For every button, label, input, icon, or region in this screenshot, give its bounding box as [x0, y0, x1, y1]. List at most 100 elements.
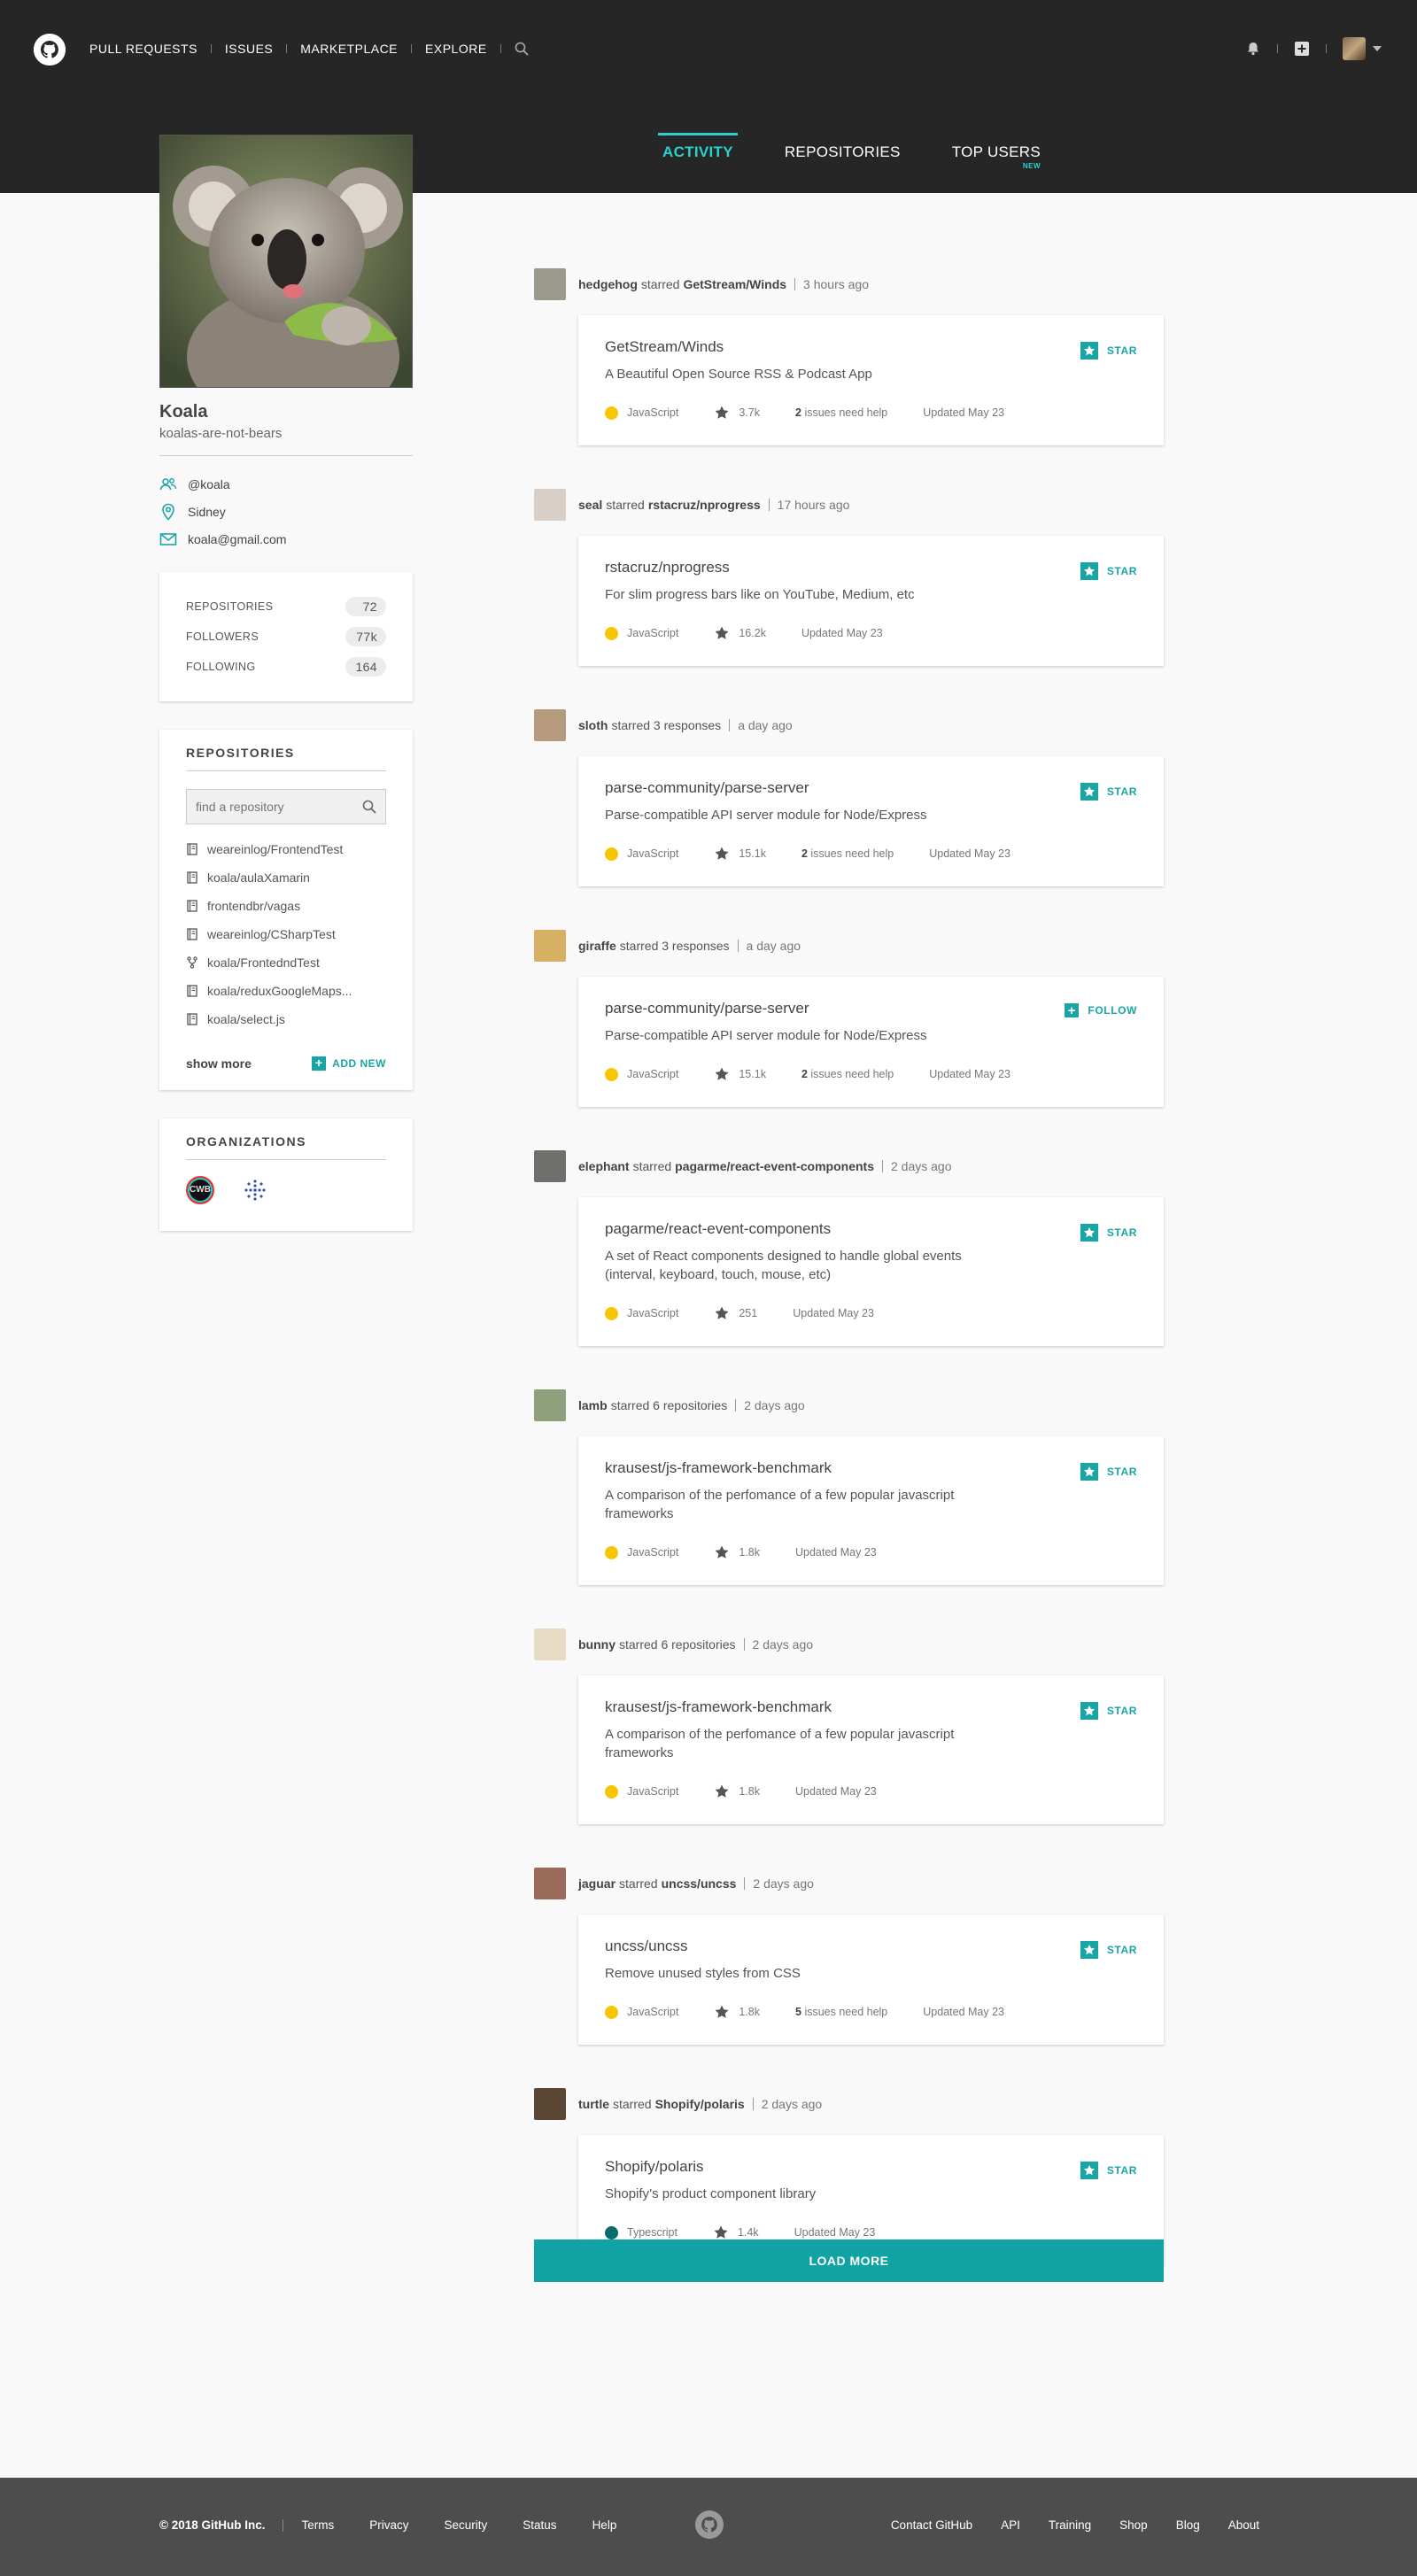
- star-button[interactable]: STAR: [1080, 1463, 1137, 1481]
- search-icon[interactable]: [515, 42, 529, 56]
- plus-icon[interactable]: [1294, 41, 1310, 57]
- star-button[interactable]: STAR: [1080, 783, 1137, 801]
- repo-name[interactable]: Shopify/polaris: [605, 2158, 1137, 2176]
- stat-repositories[interactable]: REPOSITORIES 72: [186, 592, 386, 622]
- event-username[interactable]: elephant: [578, 1159, 630, 1173]
- org-dots-logo[interactable]: [241, 1176, 269, 1204]
- event-username[interactable]: hedgehog: [578, 277, 638, 291]
- footer-link-security[interactable]: Security: [445, 2518, 488, 2532]
- repo-issues[interactable]: 2 issues need help: [801, 847, 894, 860]
- event-target-repo[interactable]: Shopify/polaris: [655, 2097, 745, 2111]
- footer-link-about[interactable]: About: [1228, 2518, 1259, 2532]
- event-user-avatar[interactable]: [534, 1389, 566, 1421]
- event-target-repo[interactable]: uncss/uncss: [662, 1876, 737, 1891]
- event-user-avatar[interactable]: [534, 489, 566, 521]
- repo-list-item[interactable]: koala/FrontedndTest: [186, 948, 386, 977]
- repo-issues[interactable]: 5 issues need help: [795, 2006, 887, 2018]
- footer-link-contact[interactable]: Contact GitHub: [891, 2518, 972, 2532]
- star-button[interactable]: STAR: [1080, 1702, 1137, 1720]
- event-user-avatar[interactable]: [534, 2088, 566, 2120]
- star-button[interactable]: STAR: [1080, 342, 1137, 360]
- repo-list-item[interactable]: weareinlog/FrontendTest: [186, 835, 386, 863]
- repo-name[interactable]: krausest/js-framework-benchmark: [605, 1459, 1137, 1477]
- email-link[interactable]: koala@gmail.com: [188, 532, 286, 546]
- footer-link-blog[interactable]: Blog: [1176, 2518, 1200, 2532]
- repo-issues[interactable]: 2 issues need help: [801, 1068, 894, 1080]
- repo-updated: Updated May 23: [929, 1068, 1010, 1080]
- github-logo-icon[interactable]: [695, 2510, 724, 2539]
- event-username[interactable]: bunny: [578, 1637, 616, 1652]
- repositories-card: REPOSITORIES weareinlog/FrontendTest koal…: [159, 730, 413, 1090]
- event-user-avatar[interactable]: [534, 930, 566, 962]
- stat-followers[interactable]: FOLLOWERS 77k: [186, 622, 386, 652]
- repo-meta: JavaScript 1.8k Updated May 23: [605, 1544, 1137, 1560]
- event-user-avatar[interactable]: [534, 1868, 566, 1899]
- nav-issues[interactable]: ISSUES: [225, 42, 273, 56]
- footer-link-terms[interactable]: Terms: [301, 2518, 334, 2532]
- show-more-link[interactable]: show more: [186, 1056, 252, 1071]
- event-username[interactable]: sloth: [578, 718, 608, 732]
- repo-icon: [187, 843, 197, 855]
- tab-activity[interactable]: ACTIVITY: [658, 133, 738, 161]
- bell-icon[interactable]: [1245, 41, 1261, 57]
- star-button[interactable]: STAR: [1080, 1941, 1137, 1959]
- organizations-title: ORGANIZATIONS: [186, 1134, 386, 1160]
- event-username[interactable]: lamb: [578, 1398, 608, 1412]
- repo-name[interactable]: uncss/uncss: [605, 1938, 1137, 1955]
- follow-button[interactable]: + FOLLOW: [1065, 1003, 1137, 1017]
- repo-name[interactable]: GetStream/Winds: [605, 338, 1137, 356]
- event-user-avatar[interactable]: [534, 1150, 566, 1182]
- repo-name[interactable]: parse-community/parse-server: [605, 779, 1137, 797]
- footer-link-shop[interactable]: Shop: [1119, 2518, 1148, 2532]
- event-user-avatar[interactable]: [534, 1628, 566, 1660]
- repo-language: JavaScript: [627, 847, 679, 860]
- event-user-avatar[interactable]: [534, 709, 566, 741]
- tab-top-users[interactable]: TOP USERS NEW: [952, 133, 1041, 170]
- github-logo-icon[interactable]: [34, 34, 66, 66]
- event-username[interactable]: seal: [578, 498, 602, 512]
- repo-name[interactable]: krausest/js-framework-benchmark: [605, 1698, 1137, 1716]
- nav-explore[interactable]: EXPLORE: [425, 42, 487, 56]
- star-button[interactable]: STAR: [1080, 2162, 1137, 2179]
- event-username[interactable]: turtle: [578, 2097, 609, 2111]
- repo-list-item[interactable]: weareinlog/CSharpTest: [186, 920, 386, 948]
- repo-name[interactable]: rstacruz/nprogress: [605, 559, 1137, 576]
- repo-list-item[interactable]: frontendbr/vagas: [186, 892, 386, 920]
- event-target-repo[interactable]: GetStream/Winds: [683, 277, 786, 291]
- user-avatar[interactable]: [1343, 37, 1366, 60]
- repo-search-input[interactable]: [196, 800, 355, 814]
- footer-link-help[interactable]: Help: [592, 2518, 617, 2532]
- event-user-avatar[interactable]: [534, 268, 566, 300]
- repo-list-item[interactable]: koala/aulaXamarin: [186, 863, 386, 892]
- event-target-repo[interactable]: pagarme/react-event-components: [675, 1159, 874, 1173]
- star-box-icon: [1080, 1463, 1098, 1481]
- repo-list-item[interactable]: koala/reduxGoogleMaps...: [186, 977, 386, 1005]
- footer-link-api[interactable]: API: [1001, 2518, 1020, 2532]
- tab-repositories[interactable]: REPOSITORIES: [785, 133, 901, 161]
- event-username[interactable]: giraffe: [578, 939, 616, 953]
- star-button[interactable]: STAR: [1080, 1224, 1137, 1242]
- stat-count: 164: [345, 657, 386, 677]
- chevron-down-icon[interactable]: [1373, 46, 1382, 51]
- repo-list-item[interactable]: koala/select.js: [186, 1005, 386, 1033]
- repo-name[interactable]: parse-community/parse-server: [605, 1000, 1137, 1017]
- load-more-button[interactable]: LOAD MORE: [534, 2239, 1164, 2282]
- nav-marketplace[interactable]: MARKETPLACE: [300, 42, 398, 56]
- event-username[interactable]: jaguar: [578, 1876, 616, 1891]
- repo-name[interactable]: pagarme/react-event-components: [605, 1220, 1137, 1238]
- footer-link-status[interactable]: Status: [523, 2518, 556, 2532]
- footer-link-training[interactable]: Training: [1049, 2518, 1091, 2532]
- footer-link-privacy[interactable]: Privacy: [369, 2518, 408, 2532]
- org-cwb-logo[interactable]: CWB: [186, 1176, 214, 1204]
- event-target-repo[interactable]: rstacruz/nprogress: [648, 498, 761, 512]
- add-new-button[interactable]: + ADD NEW: [312, 1056, 386, 1071]
- nav-pull-requests[interactable]: PULL REQUESTS: [89, 42, 197, 56]
- issues-text: issues need help: [810, 1068, 894, 1080]
- stat-label: FOLLOWERS: [186, 630, 259, 643]
- repo-issues[interactable]: 2 issues need help: [795, 406, 887, 419]
- star-button[interactable]: STAR: [1080, 562, 1137, 580]
- stat-following[interactable]: FOLLOWING 164: [186, 652, 386, 682]
- nav-divider: [411, 44, 413, 53]
- search-icon[interactable]: [362, 800, 376, 814]
- username-text: @koala: [188, 476, 230, 491]
